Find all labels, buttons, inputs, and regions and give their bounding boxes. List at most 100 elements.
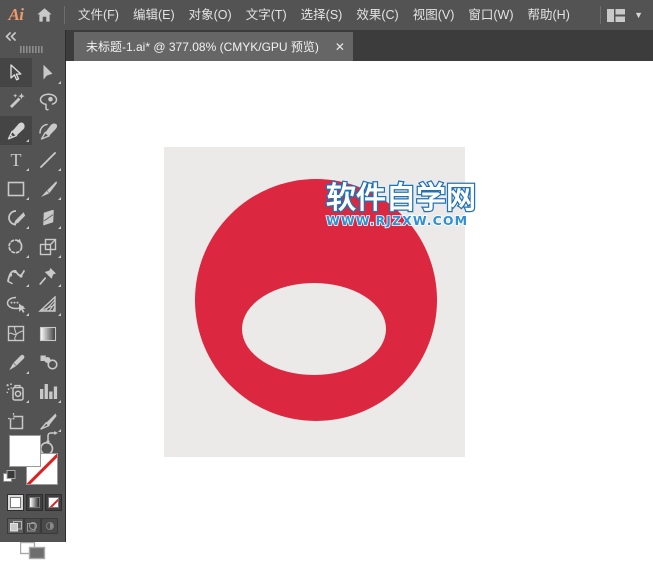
draw-behind-mode[interactable] (24, 518, 41, 534)
eraser-tool[interactable] (32, 203, 64, 232)
pen-tool[interactable] (0, 116, 32, 145)
draw-inside-icon (45, 521, 54, 530)
color-mode-solid[interactable] (7, 494, 24, 511)
width-warp-tool[interactable] (0, 261, 32, 290)
drag-grip-icon (19, 46, 43, 53)
workspace-switcher[interactable]: ▼ (594, 0, 653, 30)
tool-row (0, 116, 65, 145)
tool-grid: T (0, 58, 65, 464)
magic-wand-icon (9, 92, 25, 108)
tool-flyout-corner (58, 284, 61, 287)
tool-flyout-corner (26, 197, 29, 200)
menu-item-window[interactable]: 窗口(W) (461, 0, 520, 30)
menu-item-file[interactable]: 文件(F) (71, 0, 126, 30)
eyedropper-tool[interactable] (0, 348, 32, 377)
column-graph-tool[interactable] (32, 377, 64, 406)
symbol-sprayer-icon (6, 382, 24, 401)
tool-flyout-corner (26, 255, 29, 258)
free-transform-tool[interactable] (32, 261, 64, 290)
swap-fill-stroke-icon[interactable] (45, 431, 59, 445)
white-arrow-cursor-icon (43, 64, 53, 80)
shape-builder-icon (6, 296, 26, 313)
direct-selection-tool[interactable] (32, 58, 64, 87)
draw-behind-icon (26, 521, 37, 531)
lasso-icon (39, 92, 57, 110)
collapse-panel-button[interactable] (0, 30, 65, 43)
gradient-tool[interactable] (32, 319, 64, 348)
type-tool[interactable]: T (0, 145, 32, 174)
workspace-layout-icon (607, 8, 626, 22)
tool-flyout-corner (26, 313, 29, 316)
home-icon[interactable] (30, 0, 58, 30)
blend-tool[interactable] (32, 348, 64, 377)
document-tab-bar: 未标题-1.ai* @ 377.08% (CMYK/GPU 预览) ✕ (0, 30, 653, 61)
tool-row (0, 203, 65, 232)
default-fill-stroke-icon[interactable] (3, 470, 16, 483)
draw-normal-mode[interactable] (7, 518, 24, 534)
pushpin-icon (39, 267, 56, 285)
blend-icon (40, 355, 58, 370)
scale-tool[interactable] (32, 232, 64, 261)
tool-row: T (0, 145, 65, 174)
mesh-tool[interactable] (0, 319, 32, 348)
magic-wand-tool[interactable] (0, 87, 32, 116)
rectangle-tool[interactable] (0, 174, 32, 203)
rotate-tool[interactable] (0, 232, 32, 261)
document-tab[interactable]: 未标题-1.ai* @ 377.08% (CMYK/GPU 预览) ✕ (74, 32, 353, 61)
shape-builder-tool[interactable] (0, 290, 32, 319)
line-segment-tool[interactable] (32, 145, 64, 174)
pen-nib-icon (7, 121, 25, 139)
tools-panel: T (0, 30, 66, 560)
color-mode-buttons (7, 494, 62, 511)
close-icon[interactable]: ✕ (333, 40, 347, 54)
tool-row (0, 348, 65, 377)
draw-inside-mode[interactable] (41, 518, 58, 534)
tool-flyout-corner (58, 313, 61, 316)
menu-item-edit[interactable]: 编辑(E) (126, 0, 182, 30)
selection-tool[interactable] (0, 58, 32, 87)
tool-row (0, 58, 65, 87)
perspective-grid-tool[interactable] (32, 290, 64, 319)
menu-item-select[interactable]: 选择(S) (294, 0, 350, 30)
tool-row (0, 377, 65, 406)
tool-flyout-corner (26, 168, 29, 171)
draw-normal-icon (9, 520, 22, 531)
mesh-icon (7, 325, 25, 342)
line-segment-icon (40, 151, 56, 168)
shaper-pencil-tool[interactable] (0, 203, 32, 232)
menu-item-view[interactable]: 视图(V) (406, 0, 462, 30)
menu-item-help[interactable]: 帮助(H) (521, 0, 577, 30)
tool-row (0, 319, 65, 348)
tool-flyout-corner (26, 284, 29, 287)
fill-stroke-controls (0, 428, 65, 534)
symbol-sprayer-tool[interactable] (0, 377, 32, 406)
paintbrush-tool[interactable] (32, 174, 64, 203)
artwork-donut[interactable] (66, 61, 653, 542)
menu-item-type[interactable]: 文字(T) (239, 0, 294, 30)
menu-bar: Ai 文件(F) 编辑(E) 对象(O) 文字(T) 选择(S) 效果(C) 视… (0, 0, 653, 30)
tool-flyout-corner (58, 81, 61, 84)
rectangle-icon (7, 181, 25, 196)
tool-flyout-corner (26, 139, 29, 142)
tool-row (0, 174, 65, 203)
warp-icon (7, 269, 25, 284)
lasso-tool[interactable] (32, 87, 64, 116)
color-mode-none[interactable] (45, 494, 62, 511)
bar-chart-icon (39, 384, 57, 399)
fill-swatch[interactable] (9, 435, 41, 467)
color-mode-gradient[interactable] (26, 494, 43, 511)
menu-item-object[interactable]: 对象(O) (182, 0, 239, 30)
document-tab-title: 未标题-1.ai* @ 377.08% (CMYK/GPU 预览) (86, 40, 319, 54)
tool-flyout-corner (58, 400, 61, 403)
tool-row (0, 261, 65, 290)
canvas-area[interactable]: 软件自学网 WWW.RJZXW.COM (66, 61, 653, 542)
panel-drag-grip[interactable] (0, 43, 65, 56)
menu-item-effect[interactable]: 效果(C) (349, 0, 405, 30)
tool-row (0, 232, 65, 261)
scale-icon (39, 238, 57, 255)
solid-color-icon (10, 497, 21, 508)
gradient-icon (39, 326, 57, 341)
curvature-tool[interactable] (32, 116, 64, 145)
rotate-icon (8, 238, 23, 254)
tool-flyout-corner (58, 255, 61, 258)
